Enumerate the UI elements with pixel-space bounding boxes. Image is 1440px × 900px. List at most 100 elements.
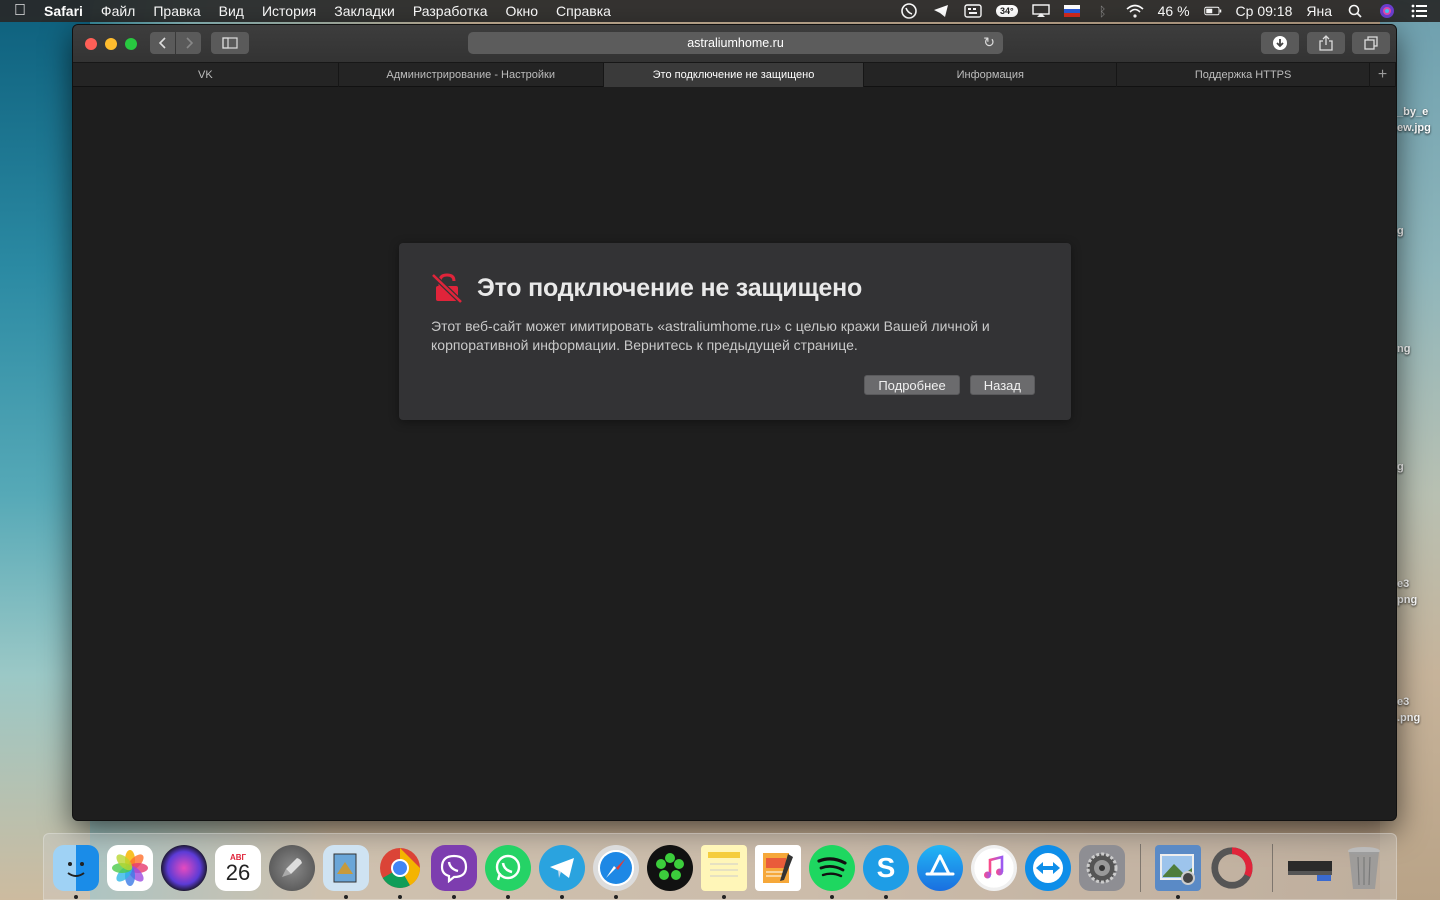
menu-bookmarks[interactable]: Закладки	[325, 3, 404, 19]
menu-file[interactable]: Файл	[92, 3, 144, 19]
desktop-file-label[interactable]: .png	[1397, 712, 1420, 724]
desktop-file-label[interactable]: g	[1397, 461, 1404, 473]
share-button[interactable]	[1307, 32, 1345, 54]
dock-separator	[1140, 844, 1141, 892]
icq-icon[interactable]	[647, 845, 693, 891]
stacks-folder-icon[interactable]	[1287, 845, 1333, 891]
desktop-file-label[interactable]: e3	[1397, 578, 1409, 590]
preview-icon[interactable]	[323, 845, 369, 891]
itunes-icon[interactable]	[971, 845, 1017, 891]
menu-view[interactable]: Вид	[210, 3, 253, 19]
sidebar-icon	[222, 37, 238, 49]
apple-logo-icon[interactable]: 	[0, 2, 40, 20]
desktop-file-label[interactable]: ng	[1397, 343, 1410, 355]
tab-vk[interactable]: VK	[73, 63, 339, 87]
tab-information[interactable]: Информация	[864, 63, 1118, 87]
menu-develop[interactable]: Разработка	[404, 3, 497, 19]
share-icon	[1319, 35, 1333, 51]
airplay-icon[interactable]	[1031, 3, 1050, 19]
title-bar: astraliumhome.ru ↻	[73, 25, 1396, 62]
tab-bar: VK Администрирование - Настройки Это под…	[73, 62, 1396, 87]
running-indicator	[74, 895, 78, 899]
dialog-message: Этот веб-сайт может имитировать «astrali…	[431, 318, 990, 353]
back-button[interactable]	[150, 32, 175, 54]
tab-overview-button[interactable]	[1352, 32, 1390, 54]
menu-window[interactable]: Окно	[496, 3, 547, 19]
chrome-icon[interactable]	[377, 845, 423, 891]
app-store-icon[interactable]	[917, 845, 963, 891]
sidebar-toggle-button[interactable]	[211, 32, 249, 54]
bluetooth-icon[interactable]: ᛒ	[1094, 3, 1112, 19]
tabs-overview-icon	[1364, 36, 1378, 50]
siri-dock-icon[interactable]	[161, 845, 207, 891]
user-name[interactable]: Яна	[1306, 3, 1332, 19]
desktop-file-label[interactable]: e3	[1397, 696, 1409, 708]
pages-icon[interactable]	[755, 845, 801, 891]
telegram-status-icon[interactable]	[932, 3, 950, 19]
desktop-file-label[interactable]: png	[1397, 594, 1417, 606]
running-indicator	[614, 895, 618, 899]
reload-icon[interactable]: ↻	[983, 34, 995, 51]
battery-percent[interactable]: 46 %	[1158, 3, 1190, 19]
notification-center-icon[interactable]	[1410, 3, 1428, 19]
input-source-flag-icon[interactable]	[1063, 5, 1080, 17]
close-window-button[interactable]	[85, 37, 97, 50]
dock-separator	[1272, 844, 1273, 892]
safari-icon[interactable]	[593, 845, 639, 891]
skype-icon[interactable]: S	[863, 845, 909, 891]
keyboard-status-icon[interactable]	[964, 3, 982, 19]
viber-icon[interactable]	[431, 845, 477, 891]
telegram-icon[interactable]	[539, 845, 585, 891]
tab-admin-settings[interactable]: Администрирование - Настройки	[339, 63, 604, 87]
page-content: Это подключение не защищено Этот веб-сай…	[73, 87, 1396, 820]
menu-app-name[interactable]: Safari	[40, 3, 92, 19]
tab-https-support[interactable]: Поддержка HTTPS	[1117, 63, 1371, 87]
running-indicator	[1176, 895, 1180, 899]
clock[interactable]: Ср 09:18	[1236, 3, 1293, 19]
desktop-file-label[interactable]: g	[1397, 225, 1404, 237]
teamviewer-icon[interactable]	[1025, 845, 1071, 891]
tab-insecure-connection[interactable]: Это подключение не защищено	[603, 63, 865, 87]
menu-help[interactable]: Справка	[547, 3, 620, 19]
spotlight-search-icon[interactable]	[1346, 3, 1364, 19]
fullscreen-window-button[interactable]	[125, 37, 137, 50]
desktop-file-label[interactable]: _by_e	[1397, 106, 1428, 118]
go-back-button[interactable]: Назад	[969, 375, 1035, 395]
system-preferences-icon[interactable]	[1079, 845, 1125, 891]
details-button[interactable]: Подробнее	[864, 375, 960, 395]
weather-temperature[interactable]: 34°	[995, 5, 1018, 17]
running-indicator	[452, 895, 456, 899]
image-capture-icon[interactable]	[1155, 845, 1201, 891]
running-indicator	[884, 895, 888, 899]
menu-history[interactable]: История	[253, 3, 325, 19]
minimize-window-button[interactable]	[105, 37, 117, 50]
notes-icon[interactable]	[701, 845, 747, 891]
desktop-file-label[interactable]: ew.jpg	[1397, 122, 1431, 134]
status-area: 34° ᛒ 46 % Ср 09:18 Яна	[900, 3, 1440, 19]
forward-button[interactable]	[176, 32, 201, 54]
battery-icon[interactable]	[1203, 3, 1222, 19]
finder-icon[interactable]	[53, 845, 99, 891]
new-tab-button[interactable]: +	[1370, 63, 1396, 87]
running-indicator	[344, 895, 348, 899]
viber-status-icon[interactable]	[900, 3, 918, 19]
siri-icon[interactable]	[1378, 3, 1396, 19]
calendar-day: 26	[225, 859, 251, 885]
downloads-button[interactable]	[1261, 32, 1299, 54]
wifi-icon[interactable]	[1126, 3, 1144, 19]
skype-letter: S	[876, 852, 896, 883]
trash-icon[interactable]	[1341, 845, 1387, 891]
launchpad-icon[interactable]	[269, 845, 315, 891]
address-bar[interactable]: astraliumhome.ru ↻	[468, 32, 1003, 54]
whatsapp-icon[interactable]	[485, 845, 531, 891]
spotify-icon[interactable]	[809, 845, 855, 891]
menu-edit[interactable]: Правка	[144, 3, 209, 19]
navigation-buttons	[150, 32, 201, 54]
broken-lock-icon	[431, 273, 463, 303]
activity-icon[interactable]	[1209, 845, 1255, 891]
running-indicator	[830, 895, 834, 899]
download-icon	[1273, 36, 1287, 50]
photos-icon[interactable]	[107, 845, 153, 891]
calendar-icon[interactable]: АВГ 26	[215, 845, 261, 891]
security-warning-dialog: Это подключение не защищено Этот веб-сай…	[399, 243, 1071, 420]
